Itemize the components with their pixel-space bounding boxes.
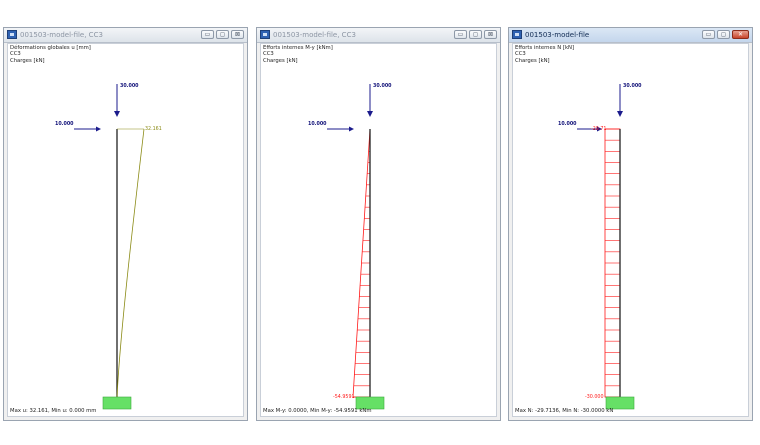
window-title: 001503-model-file, CC3 bbox=[20, 31, 103, 39]
status-text: Max N: -29.7136, Min N: -30.0000 kN bbox=[515, 408, 614, 414]
horizontal-load-value: 10.000 bbox=[308, 122, 327, 127]
minimize-button[interactable]: ▭ bbox=[201, 30, 214, 39]
maximize-button[interactable]: ◻ bbox=[717, 30, 730, 39]
close-button[interactable]: ✕ bbox=[732, 30, 749, 39]
app-icon bbox=[7, 30, 17, 39]
max-deformation-value: 32.161 bbox=[145, 127, 162, 132]
close-button[interactable]: ⊠ bbox=[231, 30, 244, 39]
minimize-button[interactable]: ▭ bbox=[454, 30, 467, 39]
top-axial-value: -29.71 bbox=[591, 127, 607, 132]
title-bar[interactable]: 001503-model-file, CC3 ▭ ◻ ⊠ bbox=[257, 28, 500, 43]
fixed-support bbox=[102, 396, 132, 410]
viewport-window-deformation[interactable]: 001503-model-file, CC3 ▭ ◻ ⊠ Déformation… bbox=[3, 27, 248, 421]
vertical-load-value: 30.000 bbox=[623, 84, 642, 89]
horizontal-load-arrow-head bbox=[96, 126, 101, 132]
vertical-load-arrow-head bbox=[114, 111, 120, 117]
horizontal-load-arrow-head bbox=[349, 126, 354, 132]
structure-plot bbox=[577, 84, 635, 410]
vertical-load-arrow-head bbox=[367, 111, 373, 117]
axial-diagram-hatch bbox=[605, 128, 620, 398]
structure-plot bbox=[327, 84, 385, 410]
minimize-button[interactable]: ▭ bbox=[702, 30, 715, 39]
status-text: Max u: 32.161, Min u: 0.000 mm bbox=[10, 408, 97, 414]
vertical-load-value: 30.000 bbox=[120, 84, 139, 89]
graphics-canvas[interactable]: Efforts internes M-y [kNm] CC3 Charges [… bbox=[260, 43, 497, 417]
min-moment-value: -54.9591 bbox=[333, 395, 355, 400]
viewport-window-moment[interactable]: 001503-model-file, CC3 ▭ ◻ ⊠ Efforts int… bbox=[256, 27, 501, 421]
graphics-canvas[interactable]: Déformations globales u [mm] CC3 Charges… bbox=[7, 43, 244, 417]
horizontal-load-value: 10.000 bbox=[558, 122, 577, 127]
app-icon bbox=[512, 30, 522, 39]
structure-plot bbox=[74, 84, 145, 410]
window-title: 001503-model-file, CC3 bbox=[273, 31, 356, 39]
horizontal-load-value: 10.000 bbox=[55, 122, 74, 127]
title-bar[interactable]: 001503-model-file ▭ ◻ ✕ bbox=[509, 28, 752, 43]
graphics-canvas[interactable]: Efforts internes N [kN] CC3 Charges [kN]… bbox=[512, 43, 749, 417]
status-text: Max M-y: 0.0000, Min M-y: -54.9591 kNm bbox=[263, 408, 372, 414]
bottom-axial-value: -30.000 bbox=[585, 395, 604, 400]
title-bar[interactable]: 001503-model-file, CC3 ▭ ◻ ⊠ bbox=[4, 28, 247, 43]
viewport-window-axial[interactable]: 001503-model-file ▭ ◻ ✕ Efforts internes… bbox=[508, 27, 753, 421]
maximize-button[interactable]: ◻ bbox=[469, 30, 482, 39]
maximize-button[interactable]: ◻ bbox=[216, 30, 229, 39]
window-title: 001503-model-file bbox=[525, 31, 590, 39]
vertical-load-arrow-head bbox=[617, 111, 623, 117]
close-button[interactable]: ⊠ bbox=[484, 30, 497, 39]
deformed-shape-curve bbox=[116, 128, 145, 398]
app-icon bbox=[260, 30, 270, 39]
vertical-load-value: 30.000 bbox=[373, 84, 392, 89]
